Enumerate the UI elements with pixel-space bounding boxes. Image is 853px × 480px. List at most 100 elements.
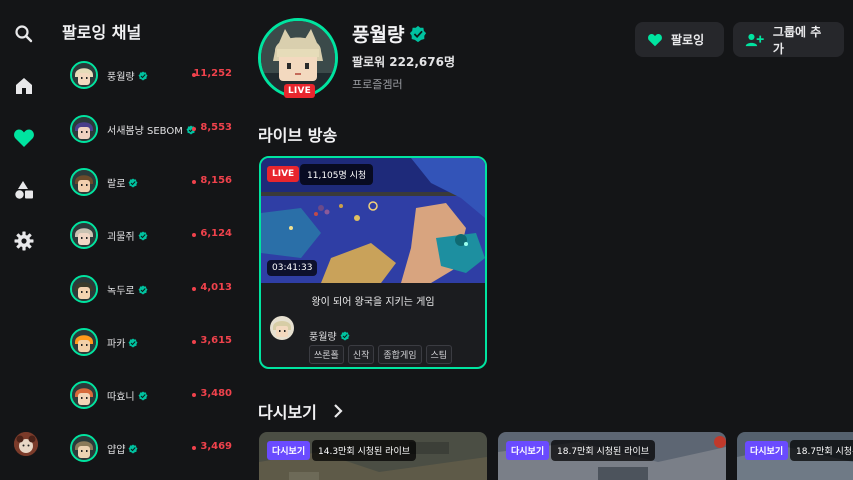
viewer-count: 11,105명 시청: [300, 164, 374, 185]
following-name-text: 따효니: [107, 391, 135, 403]
live-dot: [192, 233, 196, 237]
live-card[interactable]: LIVE 11,105명 시청 03:41:33 왕이 되어 왕국을 지키는 게…: [259, 156, 487, 369]
following-item[interactable]: 녹두로 4,013: [62, 274, 242, 304]
following-item[interactable]: 서새봄냥 SEBOM 8,553: [62, 114, 242, 144]
following-name-text: 파카: [107, 338, 126, 350]
verified-icon: [128, 178, 138, 187]
following-item[interactable]: 따효니 3,480: [62, 380, 242, 410]
live-dot: [192, 446, 196, 450]
replay-views: 18.7만회 시청된 라이브: [551, 440, 656, 461]
replay-card[interactable]: 다시보기 18.7만회 시청된 라이브: [737, 432, 853, 480]
following-name-text: 서새봄냥 SEBOM: [107, 125, 183, 137]
replay-card[interactable]: 다시보기 14.3만회 시청된 라이브: [259, 432, 487, 480]
viewer-count: 11,252: [193, 68, 232, 79]
replay-header[interactable]: 다시보기: [258, 399, 345, 423]
following-button[interactable]: 팔로잉: [635, 22, 724, 57]
channel-followers: 팔로워 222,676명: [352, 55, 455, 69]
add-to-group-button[interactable]: 그룹에 추가: [733, 22, 844, 57]
live-badge: LIVE: [267, 166, 300, 182]
stream-channel-name: 풍월량: [309, 332, 337, 343]
live-section-title: 라이브 방송: [258, 126, 338, 145]
add-user-icon: [745, 33, 764, 46]
channel-avatar: [70, 115, 98, 143]
heart-icon[interactable]: [12, 126, 36, 150]
replay-views: 14.3만회 시청된 라이브: [312, 440, 417, 461]
following-name-text: 녹두로: [107, 285, 135, 297]
live-dot: [192, 180, 196, 184]
viewer-count: 3,469: [200, 441, 232, 452]
tag[interactable]: 쓰론폴: [309, 345, 344, 364]
channel-avatar: [70, 61, 98, 89]
following-item[interactable]: 얍얍 3,469: [62, 433, 242, 463]
replay-badge: 다시보기: [267, 441, 311, 460]
following-item[interactable]: 랄로 8,156: [62, 167, 242, 197]
viewer-count: 3,615: [200, 335, 232, 346]
following-name-text: 풍월량: [107, 71, 135, 83]
live-dot: [192, 287, 196, 291]
following-title: 팔로잉 채널: [62, 23, 142, 42]
following-name: 따효니: [107, 388, 148, 403]
verified-icon: [138, 285, 148, 294]
channel-name: 풍월량: [352, 24, 405, 46]
following-name: 서새봄냥 SEBOM: [107, 122, 196, 137]
following-item[interactable]: 괴물쥐 6,124: [62, 220, 242, 250]
following-name: 녹두로: [107, 282, 148, 297]
channel-avatar: [70, 434, 98, 462]
heart-icon: [648, 33, 662, 46]
tag[interactable]: 신작: [347, 345, 375, 364]
following-item[interactable]: 파카 3,615: [62, 327, 242, 357]
verified-icon: [340, 331, 350, 340]
tag[interactable]: 종합게임: [378, 345, 422, 364]
viewer-count: 8,156: [200, 175, 232, 186]
replay-card[interactable]: 다시보기 18.7만회 시청된 라이브: [498, 432, 726, 480]
live-dot: [192, 127, 196, 131]
following-name: 랄로: [107, 175, 138, 190]
channel-avatar: [70, 328, 98, 356]
verified-icon: [128, 444, 138, 453]
gear-icon[interactable]: [12, 229, 36, 253]
replay-badge: 다시보기: [506, 441, 550, 460]
replay-views: 18.7만회 시청된 라이브: [790, 440, 853, 461]
live-dot: [192, 340, 196, 344]
add-to-group-label: 그룹에 추가: [772, 24, 822, 56]
replay-badge: 다시보기: [745, 441, 789, 460]
live-thumbnail: LIVE 11,105명 시청 03:41:33: [261, 158, 485, 283]
following-item[interactable]: 풍월량 11,252: [62, 60, 242, 90]
following-name-text: 괴물쥐: [107, 231, 135, 243]
following-name: 괴물쥐: [107, 228, 148, 243]
search-icon[interactable]: [12, 22, 36, 46]
tag[interactable]: 스팀: [425, 345, 453, 364]
chevron-right-icon: [334, 404, 343, 418]
channel-name-row: 풍월량: [352, 20, 427, 47]
channel-avatar: [70, 168, 98, 196]
following-button-label: 팔로잉: [671, 33, 705, 47]
home-icon[interactable]: [12, 74, 36, 98]
stream-channel-avatar: [270, 316, 294, 340]
following-name-text: 랄로: [107, 178, 126, 190]
following-name: 풍월량: [107, 68, 148, 83]
verified-icon: [128, 338, 138, 347]
verified-icon: [410, 25, 427, 42]
channel-avatar: [70, 275, 98, 303]
stream-tags: 쓰론폴 신작 종합게임 스팀: [309, 345, 453, 364]
following-name-text: 얍얍: [107, 444, 126, 456]
following-name: 얍얍: [107, 441, 138, 456]
viewer-count: 3,480: [200, 388, 232, 399]
viewer-count: 8,553: [200, 122, 232, 133]
stream-duration: 03:41:33: [267, 260, 318, 276]
verified-icon: [138, 391, 148, 400]
stream-title: 왕이 되어 왕국을 지키는 게임: [311, 297, 435, 308]
channel-avatar: [70, 221, 98, 249]
user-avatar[interactable]: [14, 432, 38, 456]
viewer-count: 6,124: [200, 228, 232, 239]
channel-description: 프로즐겜러: [352, 78, 403, 91]
shapes-icon[interactable]: [12, 178, 36, 202]
live-dot: [192, 393, 196, 397]
verified-icon: [138, 71, 148, 80]
replay-section-title: 다시보기: [258, 403, 317, 422]
channel-avatar: [70, 381, 98, 409]
viewer-count: 4,013: [200, 282, 232, 293]
following-name: 파카: [107, 335, 138, 350]
stream-channel[interactable]: 풍월량: [309, 328, 350, 343]
verified-icon: [138, 231, 148, 240]
